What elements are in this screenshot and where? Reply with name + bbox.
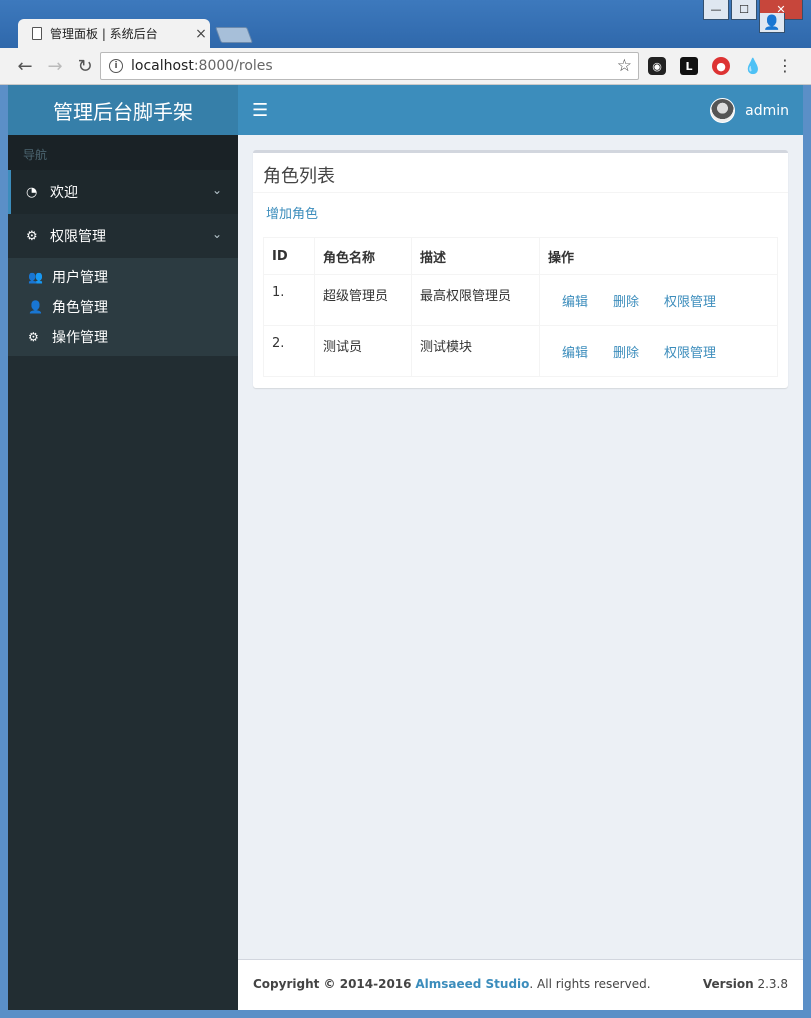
sidebar-item-label: 欢迎	[50, 185, 78, 201]
column-header: 操作	[539, 237, 778, 275]
page-icon	[32, 27, 42, 40]
table-header-row: ID 角色名称 描述 操作	[263, 237, 778, 275]
sidebar-item-welcome[interactable]: ◔ 欢迎 ⌄	[8, 170, 238, 214]
user-plus-icon: 👤	[28, 300, 43, 314]
permissions-submenu: 👥 用户管理 👤 角色管理 ⚙ 操作管理	[8, 258, 238, 356]
browser-tab[interactable]: 管理面板 | 系统后台 ×	[18, 19, 210, 48]
column-header: 角色名称	[314, 237, 412, 275]
sidebar-item-label: 权限管理	[50, 229, 106, 245]
forward-icon[interactable]: →	[40, 51, 70, 81]
app-logo[interactable]: 管理后台脚手架	[8, 85, 238, 135]
extension-icon-3[interactable]: ●	[712, 57, 730, 75]
sidebar-toggle-icon[interactable]: ☰	[252, 100, 268, 121]
edit-link[interactable]: 编辑	[562, 295, 588, 310]
permission-manage-link[interactable]: 权限管理	[664, 346, 716, 361]
sidebar-header: 导航	[8, 135, 238, 170]
sidebar-item-users[interactable]: 👥 用户管理	[8, 262, 238, 292]
dashboard-icon: ◔	[26, 184, 38, 200]
cell-ops: 编辑 删除 权限管理	[539, 325, 778, 377]
username: admin	[745, 102, 789, 119]
table-row: 1. 超级管理员 最高权限管理员 编辑 删除 权限管理	[263, 274, 778, 326]
sidebar: 导航 ◔ 欢迎 ⌄ ⚙ 权限管理 ⌄ 👥 用户管理 👤 角色管理 ⚙ 操作管理	[8, 135, 238, 1010]
edit-link[interactable]: 编辑	[562, 346, 588, 361]
sidebar-item-permissions[interactable]: ⚙ 权限管理 ⌄	[8, 214, 238, 258]
address-bar[interactable]: i localhost:8000/roles ☆	[100, 52, 639, 80]
browser-toolbar: ← → ↻ i localhost:8000/roles ☆ ◉ L ● 💧 ⋮	[0, 48, 811, 85]
extension-icon-4[interactable]: 💧	[744, 57, 763, 75]
chevron-down-icon: ⌄	[211, 227, 222, 241]
sidebar-item-roles[interactable]: 👤 角色管理	[8, 292, 238, 322]
add-role-link[interactable]: 增加角色	[266, 203, 318, 222]
users-icon: 👥	[28, 270, 43, 284]
cell-desc: 最高权限管理员	[411, 274, 540, 326]
cogs-icon: ⚙	[26, 228, 38, 244]
minimize-button[interactable]: —	[703, 0, 729, 20]
studio-link[interactable]: Almsaeed Studio	[415, 977, 529, 991]
reload-icon[interactable]: ↻	[70, 51, 100, 81]
version-info: Version 2.3.8	[703, 977, 788, 991]
delete-link[interactable]: 删除	[613, 346, 639, 361]
cogs-icon: ⚙	[28, 330, 39, 344]
tab-title: 管理面板 | 系统后台	[50, 27, 158, 41]
top-navbar: ☰ admin	[238, 85, 803, 135]
title-bar: 👤 — ☐ ✕ 管理面板 | 系统后台 ×	[0, 0, 811, 48]
cell-name: 超级管理员	[314, 274, 412, 326]
cell-id: 2.	[263, 325, 315, 377]
permission-manage-link[interactable]: 权限管理	[664, 295, 716, 310]
browser-menu-icon[interactable]: ⋮	[776, 56, 794, 75]
browser-window: 👤 — ☐ ✕ 管理面板 | 系统后台 × ← → ↻ i localhost:…	[0, 0, 811, 1018]
page-title: 角色列表	[253, 153, 788, 193]
new-tab-button[interactable]	[215, 27, 253, 43]
url-path: :8000/roles	[193, 58, 273, 74]
roles-box: 角色列表 增加角色 ID 角色名称 描述 操作 1. 超级管理员 最高权限管理员…	[253, 150, 788, 388]
column-header: ID	[263, 237, 315, 275]
extension-icon-2[interactable]: L	[680, 57, 698, 75]
back-icon[interactable]: ←	[10, 51, 40, 81]
version-label: Version	[702, 977, 754, 991]
roles-table: ID 角色名称 描述 操作 1. 超级管理员 最高权限管理员 编辑 删除 权限管…	[263, 237, 778, 377]
user-menu[interactable]: admin	[710, 98, 789, 123]
version-number: 2.3.8	[757, 977, 788, 991]
cell-id: 1.	[263, 274, 315, 326]
sidebar-item-label: 角色管理	[52, 300, 108, 316]
info-icon[interactable]: i	[109, 59, 123, 73]
cell-desc: 测试模块	[411, 325, 540, 377]
copyright-text: Copyright © 2014-2016	[253, 977, 412, 991]
sidebar-item-label: 用户管理	[52, 270, 108, 286]
cell-ops: 编辑 删除 权限管理	[539, 274, 778, 326]
chevron-down-icon: ⌄	[211, 183, 222, 197]
footer: Copyright © 2014-2016 Almsaeed Studio. A…	[238, 959, 803, 1010]
delete-link[interactable]: 删除	[613, 295, 639, 310]
cell-name: 测试员	[314, 325, 412, 377]
table-row: 2. 测试员 测试模块 编辑 删除 权限管理	[263, 325, 778, 377]
page-viewport: 管理后台脚手架 ☰ admin 导航 ◔ 欢迎 ⌄ ⚙ 权限管理 ⌄ 👥 用户管…	[8, 85, 803, 1010]
sidebar-item-label: 操作管理	[52, 330, 108, 346]
window-controls: 👤 — ☐ ✕	[703, 0, 803, 33]
close-tab-icon[interactable]: ×	[192, 26, 210, 42]
url-host: localhost	[131, 58, 194, 74]
avatar	[710, 98, 736, 123]
rights-text: . All rights reserved.	[529, 977, 651, 991]
bookmark-star-icon[interactable]: ☆	[617, 56, 632, 76]
extension-icon-1[interactable]: ◉	[648, 57, 666, 75]
maximize-button[interactable]: ☐	[731, 0, 757, 20]
sidebar-item-operations[interactable]: ⚙ 操作管理	[8, 322, 238, 352]
column-header: 描述	[411, 237, 540, 275]
profile-button[interactable]: 👤	[759, 13, 785, 33]
